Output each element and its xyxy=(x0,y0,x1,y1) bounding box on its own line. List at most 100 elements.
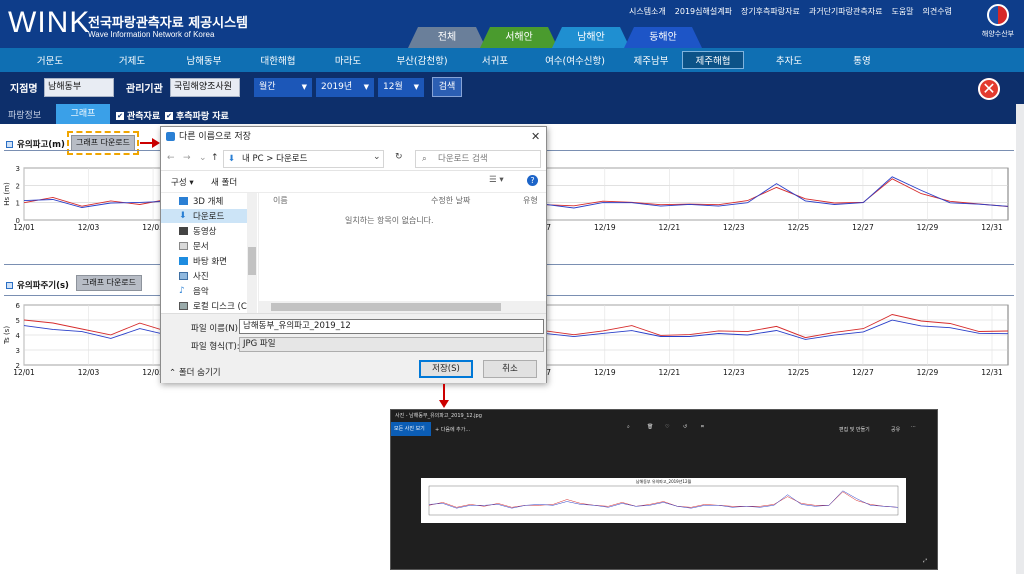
hide-folders-toggle[interactable]: ⌃ 폴더 숨기기 xyxy=(169,366,221,378)
agency-field[interactable]: 국립해양조사원 xyxy=(170,78,240,97)
region-tab-west[interactable]: 서해안 xyxy=(480,27,558,48)
region-item[interactable]: 거문도 xyxy=(0,53,100,67)
folder-pictures[interactable]: 사진 xyxy=(179,270,209,282)
x-tick-label: 12/31 xyxy=(981,223,1003,232)
zoom-icon[interactable]: ⌕ xyxy=(627,424,630,430)
recent-chevron-icon[interactable]: ⌄ xyxy=(199,153,207,163)
region-item[interactable]: 추자도 xyxy=(744,53,834,67)
folder-label: 음악 xyxy=(193,287,209,297)
folder-music[interactable]: ♪ 음악 xyxy=(179,285,209,298)
address-crumb-pc[interactable]: 내 PC xyxy=(242,154,264,164)
region-tab-all[interactable]: 전체 xyxy=(408,27,486,48)
up-icon[interactable]: ↑ xyxy=(211,153,219,163)
dialog-close-icon[interactable]: ✕ xyxy=(531,130,540,143)
folder-label: 사진 xyxy=(193,272,209,282)
address-dropdown-icon[interactable]: ⌄ xyxy=(373,152,381,162)
region-item[interactable]: 여수(여수신항) xyxy=(530,53,620,67)
more-icon[interactable]: ⋯ xyxy=(911,424,916,430)
page-scrollbar[interactable] xyxy=(1016,104,1024,574)
chevron-down-icon: ▼ xyxy=(363,83,369,91)
x-tick-label: 12/19 xyxy=(594,223,616,232)
arrow-head-down-icon xyxy=(439,400,449,408)
edit-create-button[interactable]: 편집 및 만들기 xyxy=(839,426,870,433)
x-tick-label: 12/25 xyxy=(788,368,810,377)
file-list-hscroll-thumb[interactable] xyxy=(271,303,501,311)
dialog-title: 다른 이름으로 저장 xyxy=(179,132,251,142)
logo[interactable]: WINK xyxy=(8,6,90,40)
favorite-icon[interactable]: ♡ xyxy=(665,424,669,430)
top-link-feedback[interactable]: 의견수렴 xyxy=(923,6,952,17)
region-item[interactable]: 남해동부 xyxy=(164,53,244,67)
region-item[interactable]: 대한해협 xyxy=(244,53,312,67)
back-icon[interactable]: ← xyxy=(167,153,175,163)
folder-local-disk[interactable]: 로컬 디스크 (C:) xyxy=(179,300,253,312)
viewer-image: 남해동부 유의파고_2019년12월 xyxy=(421,478,906,523)
region-item[interactable]: 통영 xyxy=(834,53,890,67)
x-tick-label: 12/01 xyxy=(13,223,35,232)
ministry-logo[interactable]: 해양수산부 xyxy=(978,4,1018,39)
new-folder-button[interactable]: 새 폴더 xyxy=(211,176,237,188)
agency-label: 관리기관 xyxy=(126,84,163,95)
month-select[interactable]: 12월 ▼ xyxy=(378,78,424,97)
folder-documents[interactable]: 문서 xyxy=(179,240,209,252)
period-select[interactable]: 월간 ▼ xyxy=(254,78,312,97)
filetype-select[interactable]: JPG 파일 xyxy=(239,337,544,352)
folder-downloads[interactable]: ⬇ 다운로드 xyxy=(179,210,225,223)
region-tab-south[interactable]: 남해안 xyxy=(552,27,630,48)
region-item[interactable]: 거제도 xyxy=(100,53,164,67)
folder-videos[interactable]: 동영상 xyxy=(179,225,216,237)
folder-label: 다운로드 xyxy=(193,212,225,222)
station-field[interactable]: 남해동부 xyxy=(44,78,114,97)
tab-graph[interactable]: 그래프 xyxy=(56,104,110,124)
crop-icon[interactable]: ⌗ xyxy=(701,424,704,430)
viewer-title: 사진 - 남해동부_유의파고_2019_12.jpg xyxy=(395,413,482,419)
folder-3d-objects[interactable]: 3D 개체 xyxy=(179,195,223,207)
top-link-past-data[interactable]: 과거단기파랑관측자료 xyxy=(809,6,883,17)
ministry-emblem-icon xyxy=(987,4,1009,26)
checkbox-observation[interactable]: ✔ 관측자료 xyxy=(116,109,160,122)
folder-label: 3D 개체 xyxy=(193,197,224,207)
y-tick-label: 1 xyxy=(16,200,20,208)
save-button[interactable]: 저장(S) xyxy=(419,360,473,378)
column-type[interactable]: 유형 xyxy=(523,195,538,206)
top-link-help[interactable]: 도움말 xyxy=(891,6,913,17)
view-all-photos-button[interactable]: 모든 사진 보기 xyxy=(391,422,431,436)
graph-download-button[interactable]: 그래프 다운로드 xyxy=(71,135,135,151)
rotate-icon[interactable]: ↺ xyxy=(683,424,687,430)
top-link-design-wave[interactable]: 2019심해설계파 xyxy=(675,6,732,17)
folder-search-input[interactable]: ⌕ 다운로드 검색 xyxy=(415,150,541,168)
viewer-image-title: 남해동부 유의파고_2019년12월 xyxy=(635,479,692,484)
view-options-icon[interactable]: ☰ ▾ xyxy=(489,175,504,185)
year-select[interactable]: 2019년 ▼ xyxy=(316,78,374,97)
region-item[interactable]: 서귀포 xyxy=(460,53,530,67)
top-link-intro[interactable]: 시스템소개 xyxy=(629,6,666,17)
search-button[interactable]: 검색 xyxy=(432,77,462,97)
forward-icon[interactable]: → xyxy=(183,153,191,163)
refresh-icon[interactable]: ↻ xyxy=(395,152,403,162)
top-link-hindcast[interactable]: 장기후측파랑자료 xyxy=(741,6,800,17)
region-item[interactable]: 마라도 xyxy=(312,53,384,67)
region-tab-east[interactable]: 동해안 xyxy=(624,27,702,48)
share-button[interactable]: 공유 xyxy=(891,426,900,433)
delete-icon[interactable]: 🗑 xyxy=(647,424,653,430)
organize-menu[interactable]: 구성 ▾ xyxy=(171,176,194,188)
filename-input[interactable]: 남해동부_유의파고_2019_12 xyxy=(239,319,544,334)
checkbox-hindcast[interactable]: ✔ 후측파랑 자료 xyxy=(165,109,229,122)
address-crumb-downloads[interactable]: 다운로드 xyxy=(276,154,307,164)
help-icon[interactable]: ? xyxy=(527,175,538,186)
fullscreen-icon[interactable]: ⤢ xyxy=(923,558,927,564)
close-icon[interactable]: ✕ xyxy=(978,78,1000,100)
tab-wave-info[interactable]: 파랑정보 xyxy=(8,108,41,121)
add-to-button[interactable]: + 다음에 추가... xyxy=(435,426,470,433)
column-name[interactable]: 이름 xyxy=(273,195,288,206)
cancel-button[interactable]: 취소 xyxy=(483,360,537,378)
region-item[interactable]: 부산(감천항) xyxy=(384,53,460,67)
x-tick-label: 12/27 xyxy=(852,223,874,232)
region-item[interactable]: 제주남부 xyxy=(620,53,682,67)
sub-tabs: 파랑정보 그래프 ✔ 관측자료 ✔ 후측파랑 자료 xyxy=(0,104,1016,124)
region-item-active[interactable]: 제주해협 xyxy=(682,51,744,69)
folder-desktop[interactable]: 바탕 화면 xyxy=(179,255,227,267)
column-modified[interactable]: 수정한 날짜 xyxy=(431,195,470,206)
tree-scroll-thumb[interactable] xyxy=(248,247,256,275)
address-field[interactable]: ⬇ 내 PC > 다운로드 xyxy=(223,150,384,168)
